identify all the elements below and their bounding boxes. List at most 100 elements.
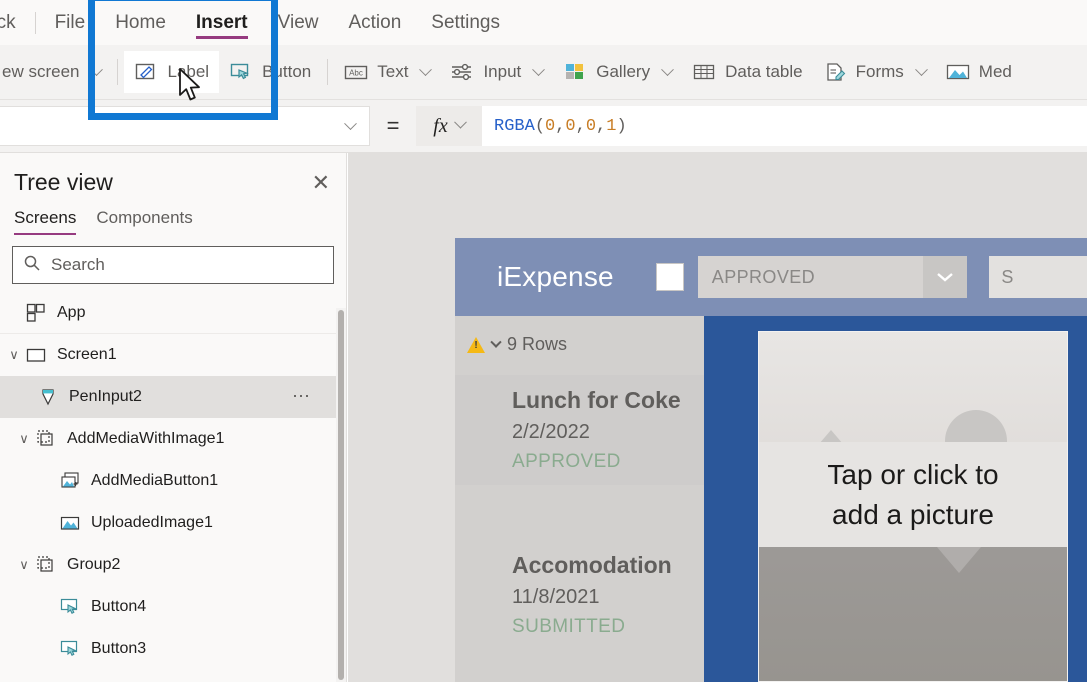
tree-item-uploadedimage1[interactable]: UploadedImage1 <box>0 502 346 544</box>
media-icon <box>946 61 970 83</box>
menu-item-file[interactable]: File <box>40 0 101 45</box>
formula-token-g: 0 <box>565 116 576 136</box>
formula-token-comma-1: , <box>555 116 566 136</box>
formula-token-a: 1 <box>606 116 617 136</box>
formula-token-function: RGBA <box>494 116 535 136</box>
add-picture-control[interactable]: Tap or click to add a picture <box>758 331 1068 682</box>
formula-token-b: 0 <box>585 116 597 136</box>
status-filter-dropdown[interactable]: APPROVED <box>697 256 968 298</box>
tree-item-screen1[interactable]: ∨ Screen1 <box>0 334 346 376</box>
media-menu-label: Med <box>978 62 1012 81</box>
search-input[interactable]: Search <box>12 246 334 284</box>
menu-item-view-label: View <box>277 11 319 33</box>
tree-item-button4[interactable]: Button4 <box>0 586 346 628</box>
tree-view-tabs: Screens Components <box>0 202 346 235</box>
ribbon-new-screen[interactable]: ew screen <box>0 51 111 93</box>
menu-item-view[interactable]: View <box>263 0 334 45</box>
ribbon-divider <box>117 59 119 85</box>
ribbon-gallery-menu[interactable]: Gallery <box>553 51 682 93</box>
chevron-down-icon <box>661 62 674 76</box>
expense-status: APPROVED <box>512 451 621 472</box>
label-icon <box>134 61 158 83</box>
formula-input[interactable]: RGBA(0, 0, 0, 1) <box>482 106 1087 146</box>
group-icon <box>34 554 58 576</box>
tree-item-screen1-label: Screen1 <box>57 345 117 363</box>
tab-components[interactable]: Components <box>96 208 192 235</box>
menu-item-settings[interactable]: Settings <box>416 0 515 45</box>
pen-input-icon <box>36 386 60 408</box>
ribbon-label-button[interactable]: Label <box>124 51 220 93</box>
ribbon-text-menu[interactable]: Abc Text <box>334 51 440 93</box>
formula-token-comma-3: , <box>596 116 607 136</box>
menu-item-insert[interactable]: Insert <box>181 0 263 45</box>
chevron-down-icon[interactable]: ∨ <box>4 347 24 363</box>
expense-date: 11/8/2021 <box>512 586 600 608</box>
label-button-text: Label <box>167 62 210 81</box>
app-icon <box>24 302 48 324</box>
list-item[interactable]: Accomodation 11/8/2021 SUBMITTED <box>455 540 704 650</box>
svg-text:Abc: Abc <box>349 69 363 78</box>
tree-view-scrollbar[interactable] <box>338 310 344 680</box>
forms-menu-label: Forms <box>855 62 904 81</box>
screen-icon <box>24 344 48 366</box>
close-icon[interactable]: ✕ <box>312 171 330 194</box>
tree-item-group2[interactable]: ∨ Group2 <box>0 544 346 586</box>
status-filter-value: APPROVED <box>711 266 816 287</box>
search-icon <box>23 254 41 277</box>
tree-item-button3[interactable]: Button3 <box>0 628 346 670</box>
add-picture-line1: Tap or click to <box>827 458 999 490</box>
chevron-down-icon <box>914 62 928 76</box>
menu-item-file-label: File <box>54 11 86 33</box>
tree-item-app[interactable]: App <box>0 292 346 334</box>
property-dropdown[interactable] <box>0 106 370 146</box>
chevron-down-icon[interactable]: ∨ <box>14 431 34 447</box>
tree-view-list: App ∨ Screen1 PenInput2 ⋯ ∨ AddMediaWith… <box>0 292 346 670</box>
add-media-icon <box>58 470 82 492</box>
gallery-menu-label: Gallery <box>596 62 651 81</box>
chevron-down-icon <box>419 62 433 76</box>
tab-components-label: Components <box>96 208 193 227</box>
chevron-down-icon[interactable]: ∨ <box>14 557 34 573</box>
ribbon-media-menu[interactable]: Med <box>936 51 1022 93</box>
menu-item-back[interactable]: ack <box>0 0 31 45</box>
fx-label: fx <box>433 114 448 137</box>
formula-token-r: 0 <box>545 116 556 136</box>
tree-item-button4-label: Button4 <box>91 597 147 615</box>
tab-screens[interactable]: Screens <box>14 208 77 235</box>
ribbon-input-menu[interactable]: Input <box>440 51 553 93</box>
ribbon-forms-menu[interactable]: Forms <box>813 51 936 93</box>
app-header-checkbox[interactable] <box>655 263 684 291</box>
menu-item-home[interactable]: Home <box>100 0 181 45</box>
ribbon-divider <box>327 59 329 85</box>
app-root: ack File Home Insert View Action Setting… <box>0 0 1087 682</box>
data-table-label: Data table <box>725 62 803 81</box>
fx-button[interactable]: fx <box>416 106 482 146</box>
expense-date: 2/2/2022 <box>512 421 590 443</box>
tree-item-app-label: App <box>57 303 86 321</box>
tree-item-peninput2[interactable]: PenInput2 ⋯ <box>0 376 346 418</box>
data-table-icon <box>692 61 716 83</box>
app-title: iExpense <box>497 261 614 292</box>
app-body: 9 Rows Lunch for Coke 2/2/2022 APPROVED … <box>455 316 1087 682</box>
tree-item-group2-label: Group2 <box>67 555 121 573</box>
list-item[interactable]: Lunch for Coke 2/2/2022 APPROVED <box>455 375 704 485</box>
tree-view-header: Tree view ✕ <box>0 153 346 202</box>
button-icon <box>58 638 82 660</box>
button-icon <box>58 596 82 618</box>
tree-item-addmediawithimage1[interactable]: ∨ AddMediaWithImage1 <box>0 418 346 460</box>
menu-item-home-label: Home <box>115 11 166 33</box>
ribbon-data-table[interactable]: Data table <box>682 51 813 93</box>
menu-item-action[interactable]: Action <box>333 0 416 45</box>
chevron-down-icon[interactable] <box>490 336 502 348</box>
menu-item-insert-label: Insert <box>195 11 248 33</box>
more-options-icon[interactable]: ⋯ <box>292 386 312 407</box>
chevron-down-icon[interactable] <box>923 256 968 298</box>
formula-token-comma-2: , <box>575 116 586 136</box>
ribbon-button-control[interactable]: Button <box>219 51 321 93</box>
tree-item-addmediabutton1[interactable]: AddMediaButton1 <box>0 460 346 502</box>
gallery-icon <box>563 61 587 83</box>
menu-item-back-label: ack <box>0 11 16 33</box>
add-picture-label-band: Tap or click to add a picture <box>759 442 1067 547</box>
tree-view-panel: Tree view ✕ Screens Components Search Ap… <box>0 153 347 682</box>
app-search-field[interactable]: S <box>989 256 1087 298</box>
